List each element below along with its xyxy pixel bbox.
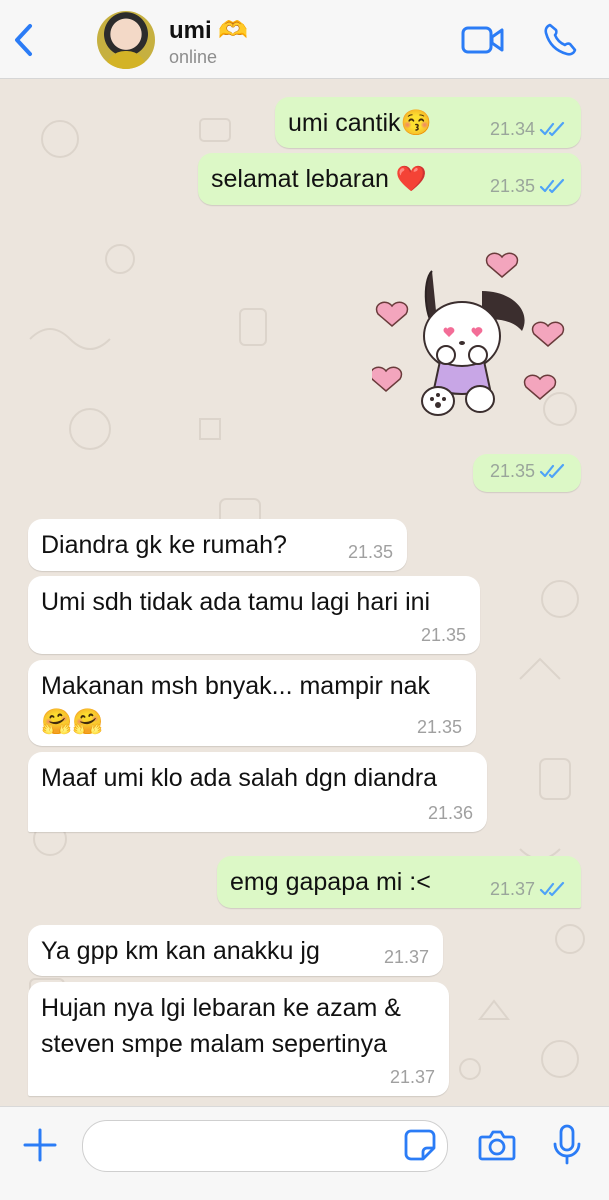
- double-check-icon: [539, 881, 565, 897]
- contact-name[interactable]: umi 🫶: [169, 16, 248, 45]
- sticker-dog-hearts[interactable]: [372, 251, 572, 461]
- back-chevron-icon[interactable]: [10, 22, 40, 58]
- message-time: 21.35: [347, 541, 393, 562]
- message-text: Maaf umi klo ada salah dgn diandra: [41, 764, 438, 792]
- message-bubble-incoming[interactable]: Maaf umi klo ada salah dgn diandra 21.36: [28, 752, 487, 832]
- message-time: 21.37: [383, 946, 429, 967]
- message-time: 21.37: [489, 878, 535, 899]
- message-time: 21.35: [489, 460, 535, 481]
- double-check-icon: [539, 121, 565, 137]
- message-time: 21.35: [420, 624, 466, 645]
- message-time: 21.37: [389, 1066, 435, 1087]
- message-time: 21.34: [489, 118, 535, 139]
- message-bubble-outgoing[interactable]: selamat lebaran ❤️ 21.35: [198, 153, 581, 205]
- message-text: Makanan msh bnyak... mampir nak: [41, 672, 431, 700]
- sticker-icon[interactable]: [403, 1128, 437, 1162]
- message-time: 21.36: [427, 802, 473, 823]
- chat-header: umi 🫶 online: [0, 0, 609, 79]
- plus-icon[interactable]: [22, 1127, 58, 1163]
- message-bubble-outgoing[interactable]: umi cantik😚 21.34: [275, 97, 581, 148]
- chat-area[interactable]: umi cantik😚 21.34 selamat lebaran ❤️ 21.…: [0, 79, 609, 1106]
- message-text-line2: 🤗🤗: [41, 708, 104, 736]
- message-text: Hujan nya lgi lebaran ke azam &: [41, 994, 401, 1022]
- message-time: 21.35: [489, 175, 535, 196]
- camera-icon[interactable]: [478, 1127, 516, 1163]
- message-text-line2: steven smpe malam sepertinya: [41, 1030, 387, 1058]
- message-text: selamat lebaran ❤️: [211, 165, 427, 193]
- sticker-time-badge: 21.35: [473, 454, 581, 492]
- double-check-icon: [539, 463, 565, 479]
- message-bubble-incoming[interactable]: Makanan msh bnyak... mampir nak 🤗🤗 21.35: [28, 660, 476, 746]
- message-time: 21.35: [416, 716, 462, 737]
- message-bubble-incoming[interactable]: Hujan nya lgi lebaran ke azam & steven s…: [28, 982, 449, 1096]
- composer-bar: [0, 1106, 609, 1200]
- message-bubble-incoming[interactable]: Ya gpp km kan anakku jg 21.37: [28, 925, 443, 976]
- message-text: Ya gpp km kan anakku jg: [41, 937, 320, 965]
- message-text: emg gapapa mi :<: [230, 868, 431, 896]
- video-call-icon[interactable]: [461, 25, 505, 55]
- message-text: umi cantik😚: [288, 109, 432, 137]
- contact-status: online: [169, 47, 218, 67]
- message-text: Diandra gk ke rumah?: [41, 531, 287, 559]
- double-check-icon: [539, 178, 565, 194]
- mic-icon[interactable]: [552, 1124, 582, 1166]
- avatar[interactable]: [97, 11, 155, 69]
- message-bubble-incoming[interactable]: Umi sdh tidak ada tamu lagi hari ini 21.…: [28, 576, 480, 654]
- message-bubble-incoming[interactable]: Diandra gk ke rumah? 21.35: [28, 519, 407, 571]
- phone-call-icon[interactable]: [542, 22, 578, 58]
- message-input[interactable]: [82, 1120, 448, 1172]
- message-bubble-outgoing[interactable]: emg gapapa mi :< 21.37: [217, 856, 581, 908]
- message-text: Umi sdh tidak ada tamu lagi hari ini: [41, 588, 431, 616]
